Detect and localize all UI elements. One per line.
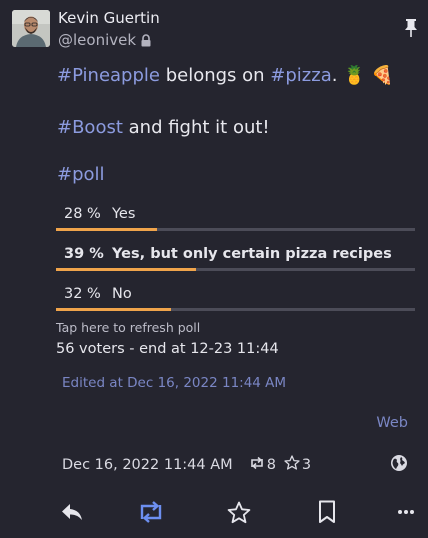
boost-button[interactable]: [136, 497, 166, 527]
post-timestamp: Dec 16, 2022 11:44 AM: [62, 456, 233, 473]
hashtag-pizza[interactable]: #pizza: [270, 65, 331, 86]
author-handle[interactable]: @leonivek: [58, 31, 152, 49]
post-text: and fight it out!: [122, 117, 270, 138]
poll-option-label: No: [112, 286, 132, 302]
poll-option-bar-fill: [56, 228, 157, 231]
avatar[interactable]: [12, 10, 50, 47]
post-line-1: #Pineapple belongs on #pizza. 🍍 🍕: [57, 63, 394, 89]
more-icon: [398, 510, 414, 514]
poll-option-1[interactable]: 28 % Yes: [64, 206, 135, 222]
bookmark-icon: [319, 500, 335, 523]
poll-option-bar-fill: [56, 308, 171, 311]
poll-option-label: Yes, but only certain pizza recipes: [112, 246, 392, 262]
favourite-count-value: 3: [301, 456, 312, 473]
poll-option-percent: 32 %: [64, 286, 101, 302]
post-line-2: #Boost and fight it out!: [57, 115, 270, 141]
more-button[interactable]: [392, 497, 420, 527]
globe-icon[interactable]: [390, 454, 408, 476]
poll-option-bar: [56, 308, 415, 311]
hashtag-boost[interactable]: #Boost: [57, 117, 123, 138]
star-icon: [284, 455, 300, 474]
avatar-image: [12, 10, 50, 47]
poll-voters-summary: 56 voters - end at 12-23 11:44: [56, 341, 279, 357]
poll-option-label: Yes: [112, 206, 136, 222]
poll-option-bar-fill: [56, 268, 196, 271]
post-text: belongs on: [159, 65, 271, 86]
pin-icon[interactable]: [404, 19, 418, 41]
post-meta: Dec 16, 2022 11:44 AM 8 3: [62, 455, 311, 474]
post-line-3: #poll: [57, 162, 105, 188]
refresh-poll-link[interactable]: Tap here to refresh poll: [56, 320, 200, 335]
lock-icon: [140, 33, 152, 47]
boost-icon: [140, 501, 162, 523]
poll-option-percent: 28 %: [64, 206, 101, 222]
favourite-button[interactable]: [224, 497, 254, 527]
favourite-count: 3: [284, 455, 311, 474]
action-bar: [0, 497, 428, 529]
boost-icon: [249, 456, 265, 474]
author-handle-text: @leonivek: [58, 31, 137, 49]
author-name[interactable]: Kevin Guertin: [58, 9, 160, 27]
post-text-emoji: . 🍍 🍕: [331, 65, 394, 86]
star-icon: [227, 501, 251, 523]
poll-option-percent: 39 %: [64, 246, 104, 262]
reply-button[interactable]: [57, 497, 87, 527]
edited-notice[interactable]: Edited at Dec 16, 2022 11:44 AM: [62, 375, 286, 391]
post-source[interactable]: Web: [376, 415, 408, 431]
bookmark-button[interactable]: [313, 497, 341, 527]
poll-option-2[interactable]: 39 % Yes, but only certain pizza recipes: [64, 246, 392, 262]
boost-count-value: 8: [266, 456, 276, 473]
boost-count: 8: [249, 456, 276, 474]
reply-icon: [62, 504, 82, 520]
hashtag-poll[interactable]: #poll: [57, 164, 105, 185]
poll-option-bar: [56, 268, 415, 271]
poll: 28 % Yes 39 % Yes, but only certain pizza r…: [56, 206, 416, 316]
poll-option-bar: [56, 228, 415, 231]
hashtag-pineapple[interactable]: #Pineapple: [57, 65, 160, 86]
poll-option-3[interactable]: 32 % No: [64, 286, 132, 302]
